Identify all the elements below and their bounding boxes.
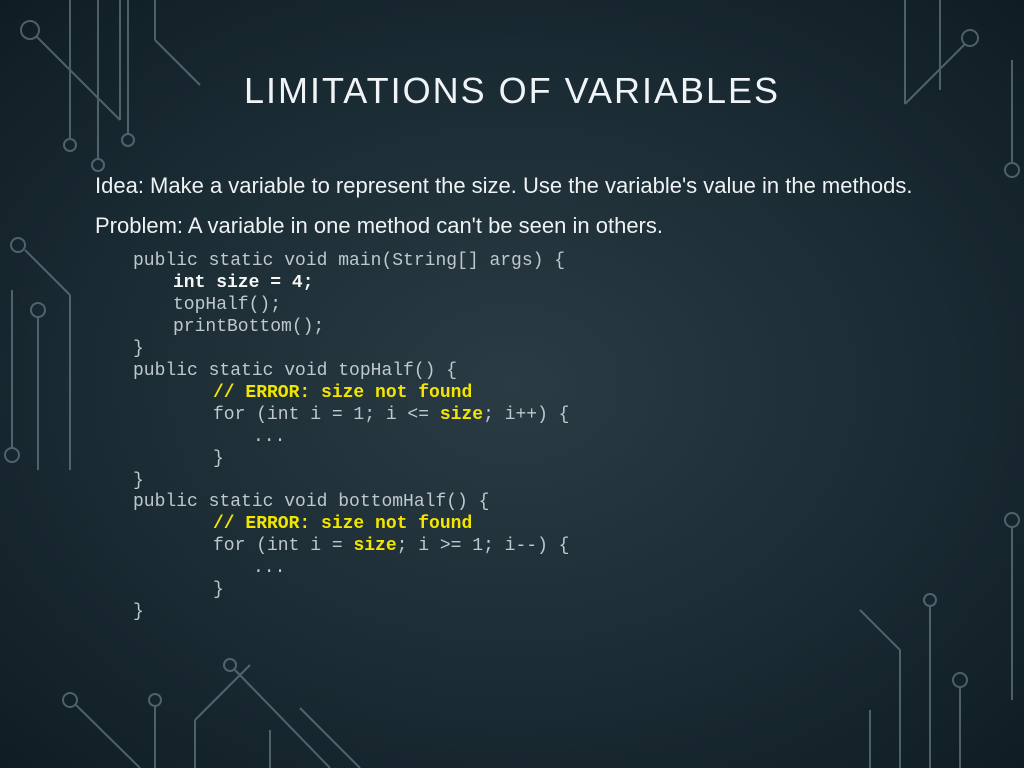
problem-text: Problem: A variable in one method can't … bbox=[95, 212, 929, 240]
slide-title: LIMITATIONS OF VARIABLES bbox=[95, 70, 929, 112]
idea-text: Idea: Make a variable to represent the s… bbox=[95, 172, 929, 200]
code-block: public static void main(String[] args) {… bbox=[133, 251, 929, 624]
